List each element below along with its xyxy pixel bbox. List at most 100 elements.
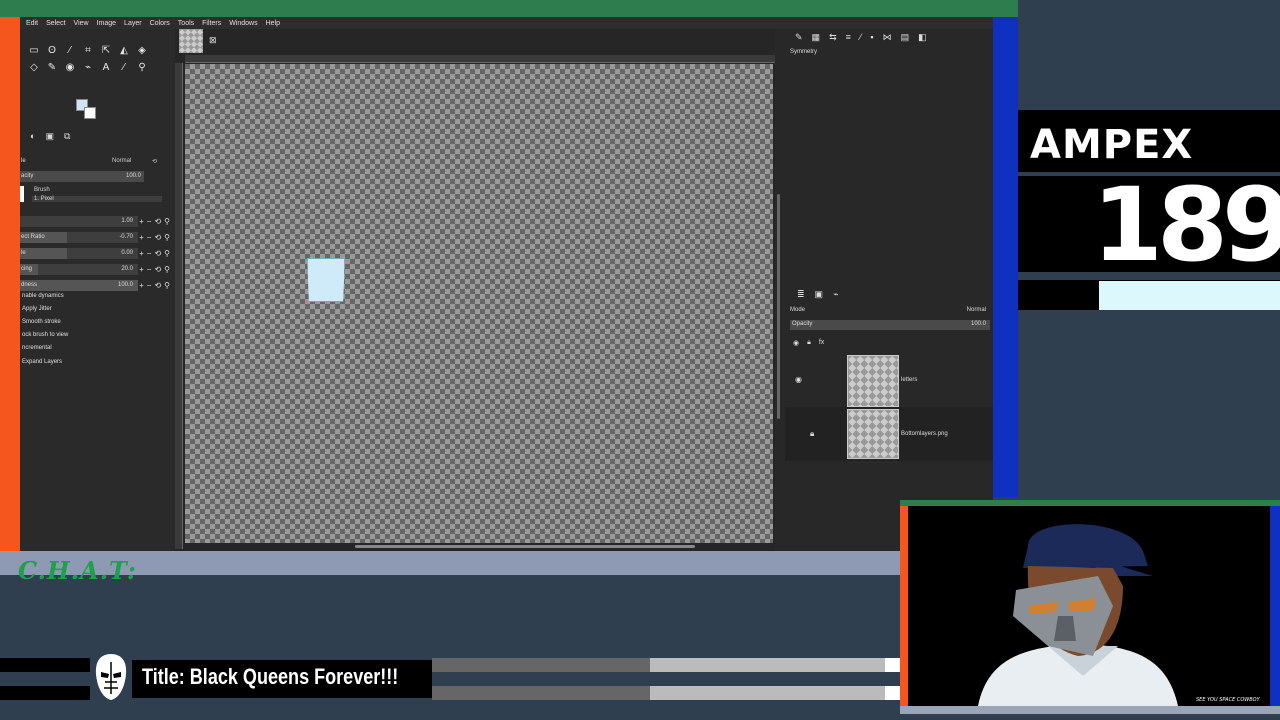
horizontal-ruler[interactable] — [185, 55, 775, 63]
slider-label: le — [21, 250, 26, 256]
transform-icon[interactable]: ⇱ — [98, 43, 114, 57]
fg-bg-colors[interactable] — [76, 99, 98, 119]
tool-option-checkbox[interactable]: Apply Jitter — [22, 306, 52, 312]
patterns-icon[interactable]: ▦ — [812, 32, 821, 43]
opacity-value: 100.0 — [125, 173, 141, 179]
tool-options-icon[interactable]: ▣ — [45, 131, 54, 142]
symmetry-icon[interactable]: ⋈ — [883, 32, 892, 43]
slider-controls-icon[interactable]: +−⟲⚲ — [139, 265, 173, 274]
slider-controls-icon[interactable]: +−⟲⚲ — [139, 249, 173, 258]
brush-icon[interactable]: ✎ — [44, 60, 60, 74]
zoom-icon[interactable]: ⚲ — [134, 60, 150, 74]
reset-icon[interactable]: ⟲ — [152, 158, 157, 165]
warp-icon[interactable]: ◭ — [116, 43, 132, 57]
close-icon[interactable]: ⊠ — [209, 35, 217, 46]
lasso-icon[interactable]: ʘ — [44, 43, 60, 57]
slider-track[interactable] — [20, 215, 138, 227]
lock-icon[interactable]: 🔒︎ — [810, 429, 814, 439]
image-tab-thumbnail[interactable] — [179, 29, 203, 53]
slider-label: ect Ratio — [21, 234, 45, 240]
paths-tab-icon[interactable]: ⌁ — [833, 289, 838, 300]
menu-layer[interactable]: Layer — [124, 20, 142, 27]
effects-header-icon[interactable]: fx — [819, 339, 824, 347]
brushes-icon[interactable]: ✎ — [795, 32, 803, 43]
device-status-icon[interactable]: ◐ — [30, 131, 35, 141]
menu-image[interactable]: Image — [97, 20, 116, 27]
slider-controls-icon[interactable]: +−⟲⚲ — [139, 233, 173, 242]
layers-icon[interactable]: ≣ — [797, 289, 805, 300]
webcam-accent-left — [900, 506, 908, 706]
tool-option-slider[interactable]: ect Ratio -0.70 +−⟲⚲ — [20, 231, 175, 243]
eye-icon[interactable]: ◉ — [795, 375, 802, 384]
layer-row[interactable]: 🔒︎ Bottomlayers.png — [785, 407, 993, 461]
menu-tools[interactable]: Tools — [178, 20, 194, 27]
tool-option-slider[interactable]: 1.00 +−⟲⚲ — [20, 215, 175, 227]
crop-icon[interactable]: ⌗ — [80, 43, 96, 57]
layer-row[interactable]: ◉ letters — [785, 353, 993, 407]
tool-option-slider[interactable]: cing 20.0 +−⟲⚲ — [20, 263, 175, 275]
layer-name: letters — [901, 377, 918, 383]
opacity-row[interactable]: acity 100.0 — [20, 170, 175, 182]
menu-help[interactable]: Help — [266, 20, 280, 27]
eraser-icon[interactable]: ◇ — [26, 60, 42, 74]
layer-mode-row[interactable]: Mode Normal — [790, 307, 990, 318]
tool-option-checkbox[interactable]: ock brush to view — [22, 332, 68, 338]
dock-tabs: ✎ ▦ ⇆ ≡ ⁄ ▪ ⋈ ▤ ◧ — [795, 32, 927, 43]
mode-select[interactable]: Normal — [112, 158, 131, 164]
tool-option-checkbox[interactable]: ncremental — [22, 345, 52, 351]
gradient-icon[interactable]: ◧ — [918, 32, 927, 43]
menu-select[interactable]: Select — [46, 20, 65, 27]
brush-name[interactable]: 1. Pixel — [32, 196, 162, 202]
vertical-scrollbar[interactable] — [777, 194, 780, 419]
layer-opacity-value: 100.0 — [970, 321, 986, 327]
slider-track[interactable] — [20, 247, 138, 259]
title-stripe — [885, 686, 900, 700]
clone-icon[interactable]: ◉ — [62, 60, 78, 74]
canvas-area: ⊠ — [175, 29, 780, 551]
dynamics-icon[interactable]: ▪ — [870, 32, 873, 43]
paths-icon[interactable]: ⌁ — [80, 60, 96, 74]
fill-icon[interactable]: ◈ — [134, 43, 150, 57]
title-stripe — [0, 686, 90, 700]
tool-option-slider[interactable]: dness 100.0 +−⟲⚲ — [20, 279, 175, 291]
progress-fill — [1099, 281, 1280, 310]
color-picker-icon[interactable]: ⁄ — [116, 60, 132, 74]
rect-select-icon[interactable]: ▭ — [26, 43, 42, 57]
brush-preview[interactable] — [20, 186, 24, 202]
channels-icon[interactable]: ▣ — [815, 289, 824, 300]
layer-mode-select[interactable]: Normal — [967, 307, 986, 313]
background-color-swatch[interactable] — [84, 107, 96, 119]
tool-option-checkbox[interactable]: Smooth stroke — [22, 319, 61, 325]
layer-opacity-slider[interactable]: Opacity 100.0 — [790, 320, 990, 330]
slider-track[interactable] — [20, 263, 138, 275]
tool-option-checkbox[interactable]: nable dynamics — [22, 293, 64, 299]
fonts-icon[interactable]: ≡ — [846, 32, 851, 43]
menu-filters[interactable]: Filters — [202, 20, 221, 27]
tool-option-slider[interactable]: le 0.00 +−⟲⚲ — [20, 247, 175, 259]
slider-controls-icon[interactable]: +−⟲⚲ — [139, 217, 173, 226]
layer-thumbnail — [847, 409, 899, 459]
menu-windows[interactable]: Windows — [229, 20, 257, 27]
lock-header-icon[interactable]: 🔒︎ — [807, 339, 811, 347]
visibility-header-icon[interactable]: ◉ — [793, 339, 799, 347]
title-stripe — [885, 658, 900, 672]
symmetry-label: Symmetry — [790, 49, 817, 55]
tool-option-checkbox[interactable]: Expand Layers — [22, 359, 62, 365]
pencil-icon[interactable]: ⁄ — [860, 32, 862, 43]
webcam-accent-right — [1270, 506, 1280, 706]
vertical-ruler[interactable] — [175, 63, 183, 549]
horizontal-scrollbar[interactable] — [355, 545, 695, 548]
grid-icon[interactable]: ▤ — [901, 32, 910, 43]
slider-controls-icon[interactable]: +−⟲⚲ — [139, 281, 173, 290]
undo-history-icon[interactable]: ⧉ — [64, 131, 70, 142]
text-icon[interactable]: A — [98, 60, 114, 74]
fuzzy-select-icon[interactable]: ⁄ — [62, 43, 78, 57]
image-canvas[interactable] — [185, 64, 773, 543]
menu-colors[interactable]: Colors — [150, 20, 170, 27]
menu-edit[interactable]: Edit — [26, 20, 38, 27]
menu-view[interactable]: View — [74, 20, 89, 27]
gradients-icon[interactable]: ⇆ — [829, 32, 837, 43]
selected-shape[interactable] — [307, 258, 345, 302]
mask-logo-icon — [95, 654, 127, 700]
layer-opacity-label: Opacity — [792, 321, 813, 327]
